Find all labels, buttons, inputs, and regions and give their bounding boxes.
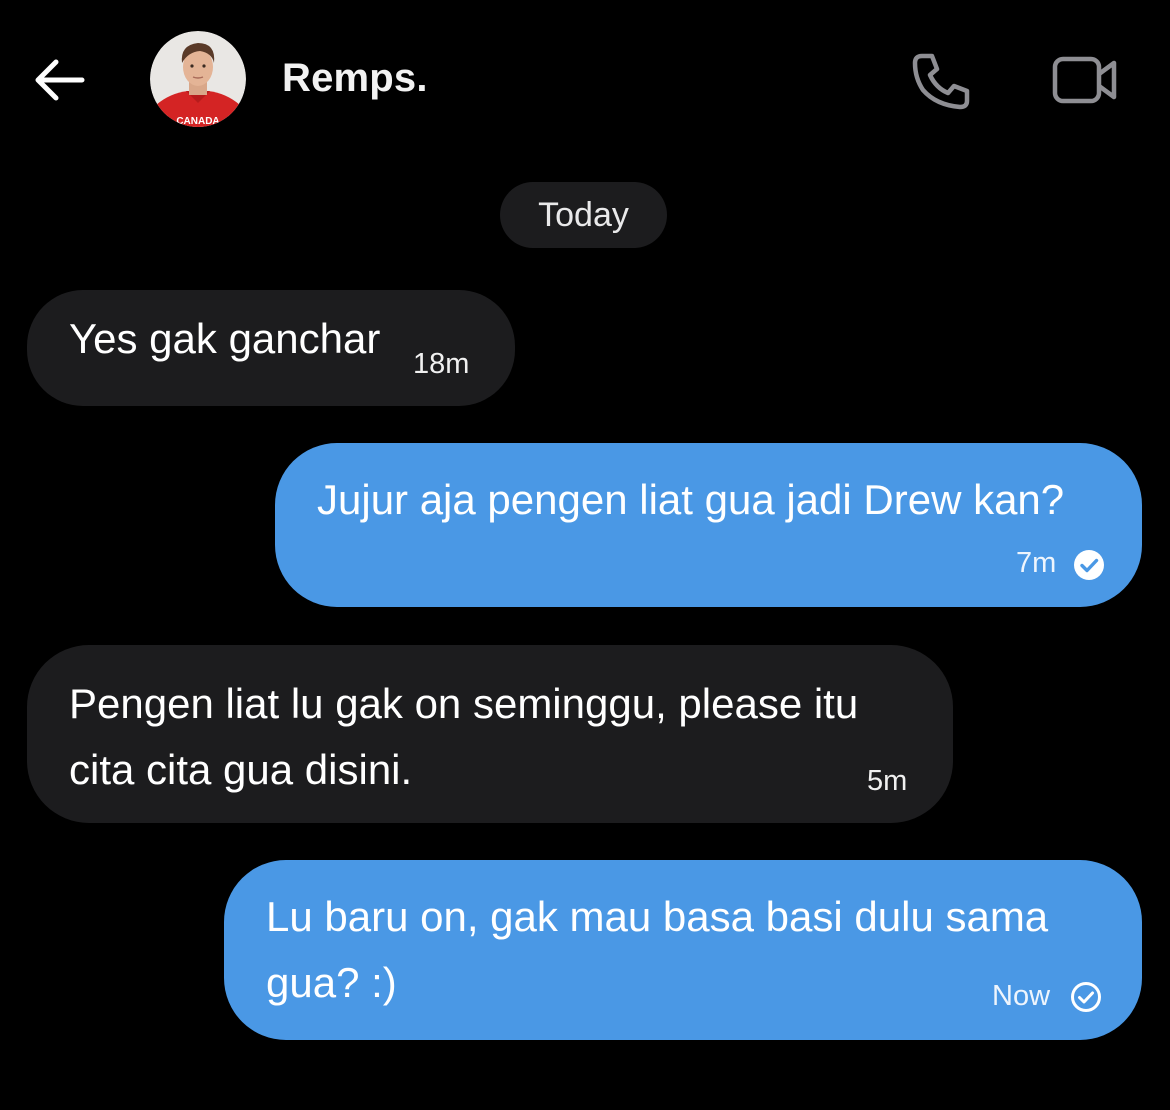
video-camera-icon bbox=[1052, 56, 1117, 104]
message-text-line: Pengen liat lu gak on seminggu, please i… bbox=[69, 680, 859, 727]
avatar-photo: CANADA bbox=[150, 31, 246, 127]
date-separator: Today bbox=[500, 182, 667, 248]
check-circle-outline-icon bbox=[1071, 982, 1101, 1012]
message-timestamp: 7m bbox=[1016, 547, 1057, 579]
message-bubble-incoming[interactable]: Yes gak ganchar 18m bbox=[27, 290, 515, 406]
message-text-line: gua? :) bbox=[266, 959, 397, 1006]
contact-name[interactable]: Remps. bbox=[282, 56, 428, 101]
message-bubble-outgoing[interactable]: Jujur aja pengen liat gua jadi Drew kan?… bbox=[275, 443, 1142, 607]
message-text: Yes gak ganchar bbox=[69, 315, 381, 362]
avatar-jersey-text: CANADA bbox=[176, 116, 219, 127]
message-bubble-incoming[interactable]: Pengen liat lu gak on seminggu, please i… bbox=[27, 645, 953, 823]
message-timestamp: 18m bbox=[413, 348, 470, 380]
check-circle-filled-icon bbox=[1074, 550, 1104, 580]
message-text-line: cita cita gua disini. bbox=[69, 746, 413, 793]
avatar[interactable]: CANADA bbox=[150, 31, 246, 127]
arrow-left-icon bbox=[35, 59, 85, 101]
message-timestamp: Now bbox=[992, 980, 1051, 1012]
phone-icon bbox=[912, 53, 970, 110]
voice-call-button[interactable] bbox=[908, 50, 974, 112]
message-timestamp: 5m bbox=[867, 765, 908, 797]
video-call-button[interactable] bbox=[1050, 54, 1120, 106]
chat-header: CANADA Remps. bbox=[0, 0, 1170, 160]
message-bubble-outgoing[interactable]: Lu baru on, gak mau basa basi dulu sama … bbox=[224, 860, 1142, 1040]
message-text-line: Lu baru on, gak mau basa basi dulu sama bbox=[266, 893, 1049, 940]
message-text: Jujur aja pengen liat gua jadi Drew kan? bbox=[317, 476, 1065, 523]
back-button[interactable] bbox=[30, 52, 88, 108]
